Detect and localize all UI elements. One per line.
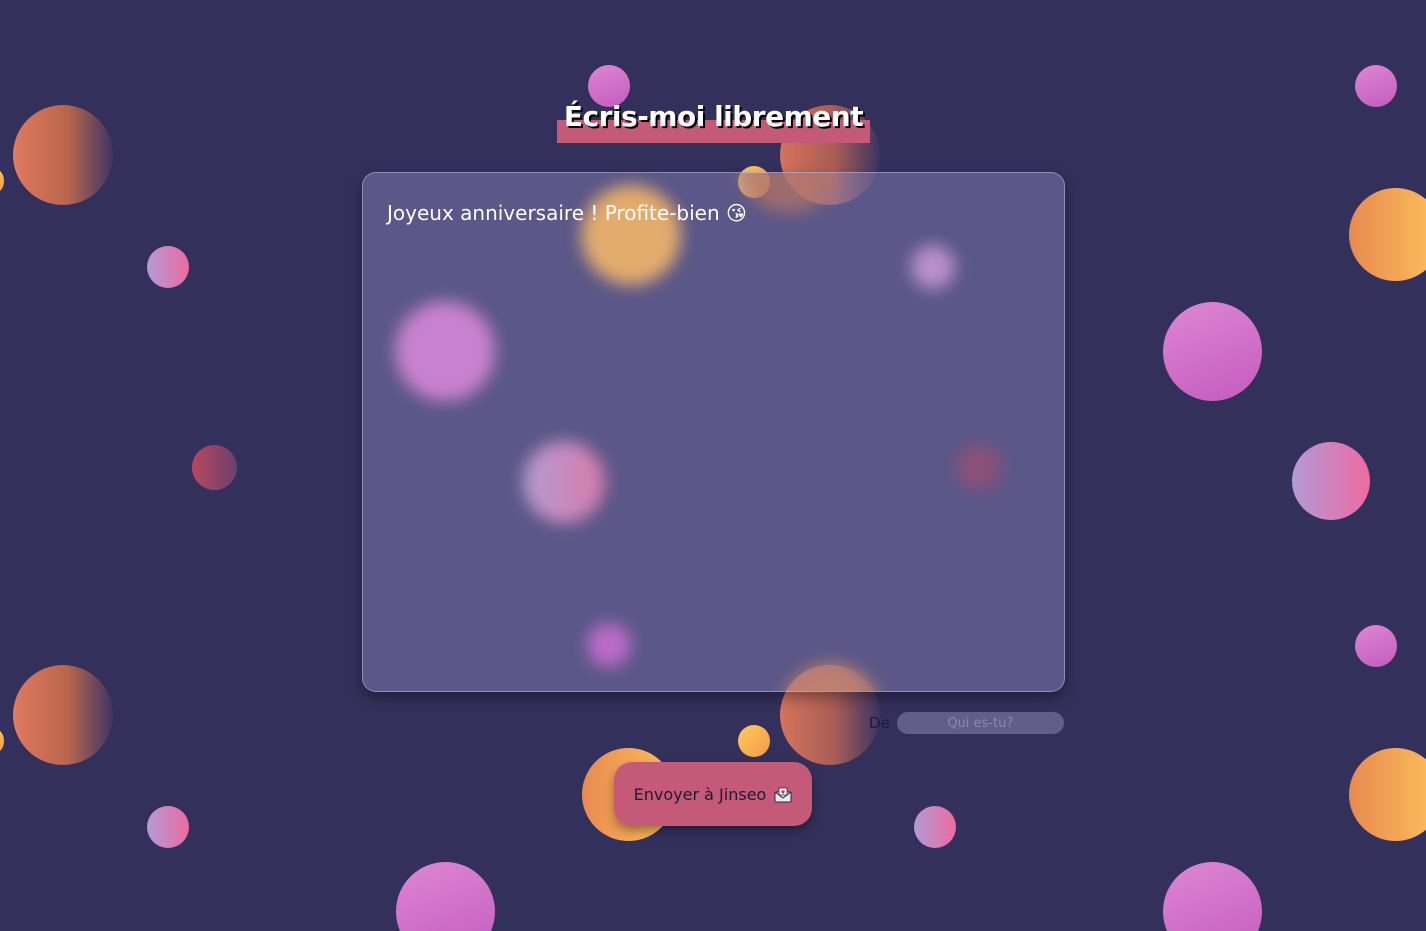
blurred-bubble bbox=[581, 185, 681, 285]
background-bubble bbox=[1355, 625, 1397, 667]
blurred-bubble bbox=[911, 245, 955, 289]
send-button-label: Envoyer à Jinseo bbox=[633, 784, 767, 804]
blurred-bubble bbox=[587, 623, 631, 667]
sender-row: De bbox=[869, 712, 1064, 734]
page-title-block: Écris-moi librement bbox=[557, 100, 870, 143]
background-bubble bbox=[147, 246, 189, 288]
page-background: Écris-moi librement Joyeux anniversaire … bbox=[0, 0, 1426, 931]
background-bubble bbox=[738, 725, 770, 757]
page-title: Écris-moi librement bbox=[563, 100, 864, 133]
background-bubble bbox=[0, 170, 4, 192]
sender-name-input[interactable] bbox=[896, 712, 1064, 734]
blurred-bubble bbox=[781, 663, 881, 691]
background-bubble bbox=[13, 665, 113, 765]
background-bubble bbox=[1163, 862, 1262, 931]
background-bubble bbox=[1292, 442, 1370, 520]
message-text: Joyeux anniversaire ! Profite-bien 😘 bbox=[387, 201, 747, 225]
message-textarea[interactable]: Joyeux anniversaire ! Profite-bien 😘 bbox=[362, 172, 1065, 692]
background-bubble bbox=[0, 730, 4, 752]
background-bubble bbox=[1349, 748, 1426, 841]
background-bubble bbox=[13, 105, 113, 205]
background-bubble bbox=[147, 806, 189, 848]
background-bubble bbox=[192, 445, 237, 490]
envelope-with-heart-icon bbox=[774, 787, 792, 803]
sender-label: De bbox=[869, 714, 890, 732]
background-bubble bbox=[1355, 65, 1397, 107]
background-bubble bbox=[914, 806, 956, 848]
blurred-bubble bbox=[739, 173, 839, 213]
blurred-bubble bbox=[957, 445, 1001, 489]
background-bubble bbox=[396, 862, 495, 931]
background-bubble bbox=[1349, 188, 1426, 281]
blurred-bubble bbox=[523, 441, 605, 523]
send-button[interactable]: Envoyer à Jinseo bbox=[614, 762, 812, 826]
background-bubble bbox=[1163, 302, 1262, 401]
blurred-bubble bbox=[395, 301, 495, 401]
